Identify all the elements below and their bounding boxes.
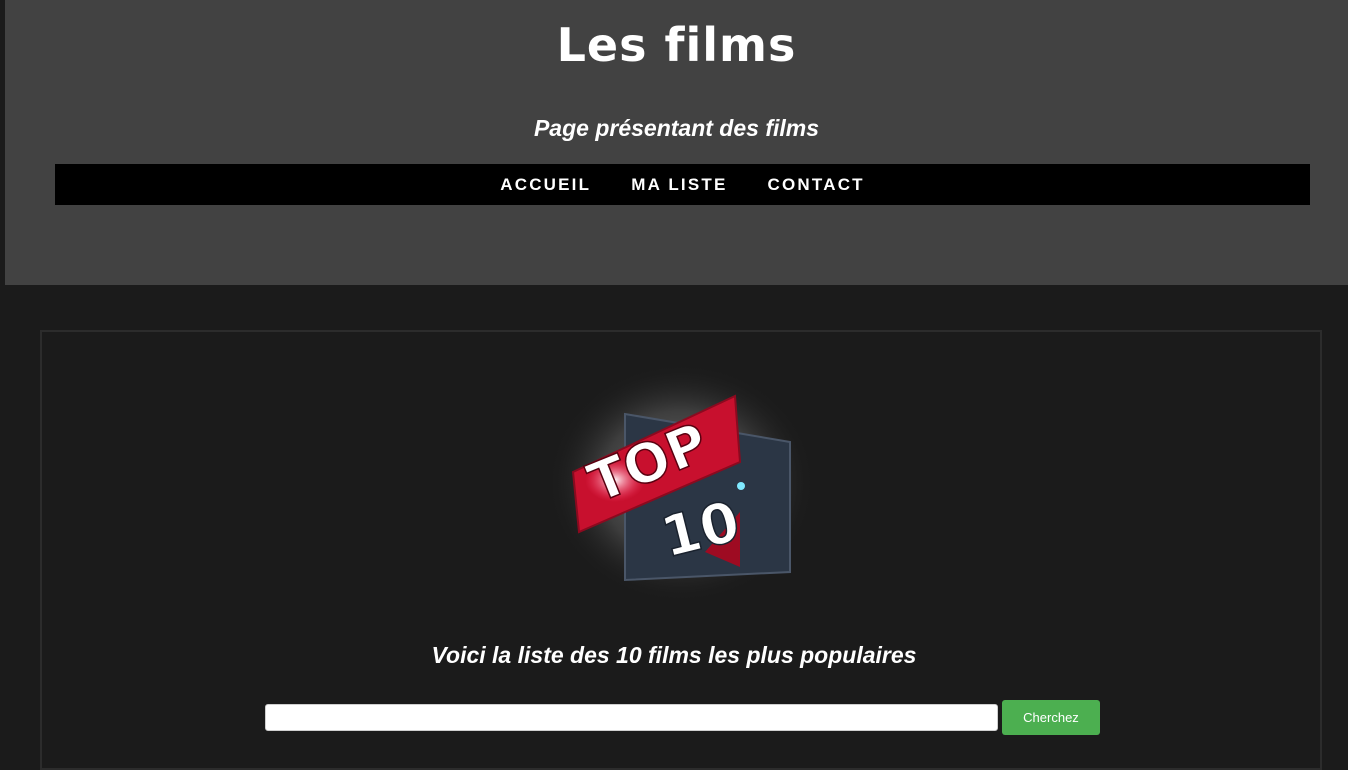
top10-logo-graphic: TOP 10 <box>547 363 815 603</box>
top10-logo: TOP 10 <box>545 362 817 604</box>
nav-item-accueil[interactable]: ACCUEIL <box>500 175 591 195</box>
nav-item-ma-liste[interactable]: MA LISTE <box>631 175 727 195</box>
site-subtitle: Page présentant des films <box>533 115 820 141</box>
search-button[interactable]: Cherchez <box>1002 700 1100 735</box>
logo-sparkle-shape <box>737 482 745 490</box>
site-title: Les films <box>556 18 797 72</box>
nav-item-contact[interactable]: CONTACT <box>768 175 865 195</box>
site-header: Les films Page présentant des films ACCU… <box>5 0 1348 285</box>
main-nav: ACCUEIL MA LISTE CONTACT <box>55 164 1310 205</box>
search-input[interactable] <box>265 704 998 731</box>
intro-heading: Voici la liste des 10 films les plus pop… <box>431 642 917 668</box>
